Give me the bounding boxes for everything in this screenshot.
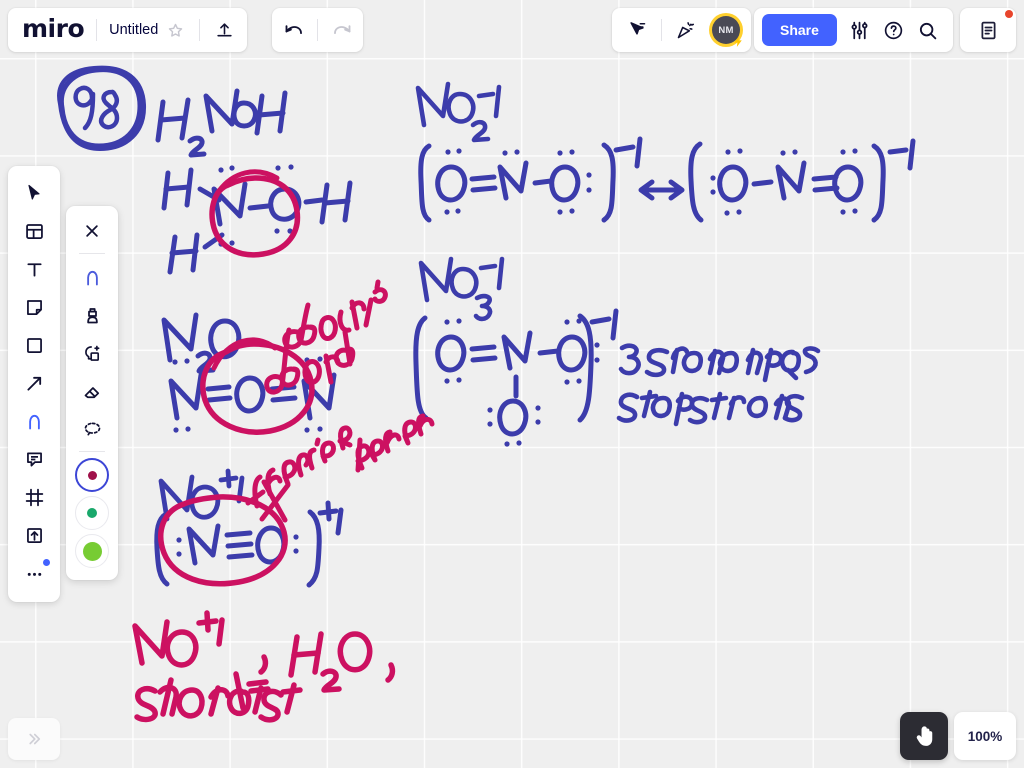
ink-label-no2-minus bbox=[415, 81, 502, 143]
eraser-tool[interactable] bbox=[72, 372, 112, 410]
divider bbox=[199, 19, 201, 41]
text-tool[interactable] bbox=[14, 250, 54, 288]
connector-tool[interactable] bbox=[14, 364, 54, 402]
ink-no2-resonance-1 bbox=[418, 136, 643, 223]
ink-pink-text-shortest bbox=[134, 671, 303, 723]
ink-problem-number-98 bbox=[57, 65, 147, 151]
ink-pink-text-double-bond bbox=[264, 279, 388, 395]
frame-tool[interactable] bbox=[14, 478, 54, 516]
undo-icon[interactable] bbox=[276, 13, 310, 47]
topbar-actions-group: Share bbox=[754, 8, 953, 52]
ink-formula-h2noh bbox=[155, 88, 288, 158]
cursor-share-icon[interactable] bbox=[620, 13, 654, 47]
ink-pink-circle-no-bond bbox=[209, 169, 301, 258]
comment-tool[interactable] bbox=[14, 440, 54, 478]
question-circle-icon[interactable] bbox=[877, 13, 911, 47]
chevron-double-right-icon[interactable] bbox=[8, 718, 60, 760]
marker-pen-tool[interactable] bbox=[72, 258, 112, 296]
star-icon[interactable] bbox=[158, 13, 192, 47]
party-popper-icon[interactable] bbox=[669, 13, 703, 47]
sliders-icon[interactable] bbox=[843, 13, 877, 47]
ink-text-3-resonance-structures bbox=[616, 343, 821, 427]
lightning-bolt-icon bbox=[734, 36, 742, 47]
more-tools[interactable] bbox=[14, 554, 54, 592]
divider bbox=[317, 19, 318, 41]
pen-options-toolbar bbox=[66, 206, 118, 580]
divider bbox=[79, 253, 105, 254]
divider bbox=[96, 19, 98, 41]
shapes-tool[interactable] bbox=[14, 326, 54, 364]
board-canvas[interactable] bbox=[0, 0, 1024, 768]
search-icon[interactable] bbox=[911, 13, 945, 47]
divider bbox=[79, 451, 105, 452]
upload-tool[interactable] bbox=[14, 516, 54, 554]
ink-pink-text-no-plus-h2o bbox=[132, 610, 396, 693]
redo-icon[interactable] bbox=[325, 13, 359, 47]
ink-lewis-no3 bbox=[413, 308, 619, 447]
color-swatch-crimson[interactable] bbox=[75, 458, 109, 492]
hand-pointer-icon[interactable] bbox=[900, 712, 948, 760]
notes-document-icon[interactable] bbox=[971, 13, 1005, 47]
ink-resonance-arrow bbox=[638, 179, 685, 201]
share-button[interactable]: Share bbox=[762, 14, 837, 46]
color-swatch-light-green[interactable] bbox=[75, 534, 109, 568]
avatar-initials: NM bbox=[718, 24, 734, 36]
sticky-note-tool[interactable] bbox=[14, 288, 54, 326]
topbar-collab-group: NM bbox=[612, 8, 751, 52]
miro-board-app: miro Untitled NM Share 100% bbox=[0, 0, 1024, 768]
lasso-select-tool[interactable] bbox=[72, 410, 112, 448]
ink-pink-circle-triple-bond bbox=[158, 479, 291, 587]
ink-no2-resonance-2 bbox=[688, 138, 916, 223]
highlighter-tool[interactable] bbox=[72, 296, 112, 334]
topbar-left-group: miro Untitled bbox=[8, 8, 248, 52]
topbar-history-group bbox=[272, 8, 363, 52]
bottom-right-controls: 100% bbox=[900, 712, 1016, 760]
new-badge-dot bbox=[43, 559, 50, 566]
close-x-icon[interactable] bbox=[72, 212, 112, 250]
main-toolbar bbox=[8, 166, 60, 602]
ink-label-no3-minus bbox=[418, 256, 505, 322]
smart-draw-tool[interactable] bbox=[72, 334, 112, 372]
handwritten-ink-layer bbox=[57, 65, 916, 723]
avatar[interactable]: NM bbox=[712, 16, 742, 47]
document-title[interactable]: Untitled bbox=[109, 22, 158, 38]
miro-logo[interactable]: miro bbox=[22, 16, 85, 44]
upload-icon[interactable] bbox=[207, 13, 241, 47]
select-tool[interactable] bbox=[14, 174, 54, 212]
color-swatch-green[interactable] bbox=[75, 496, 109, 530]
zoom-level-label[interactable]: 100% bbox=[954, 712, 1016, 760]
notification-dot bbox=[1005, 10, 1013, 18]
templates-tool[interactable] bbox=[14, 212, 54, 250]
pen-tool[interactable] bbox=[14, 402, 54, 440]
topbar-notes-group bbox=[960, 8, 1016, 52]
divider bbox=[661, 19, 662, 41]
